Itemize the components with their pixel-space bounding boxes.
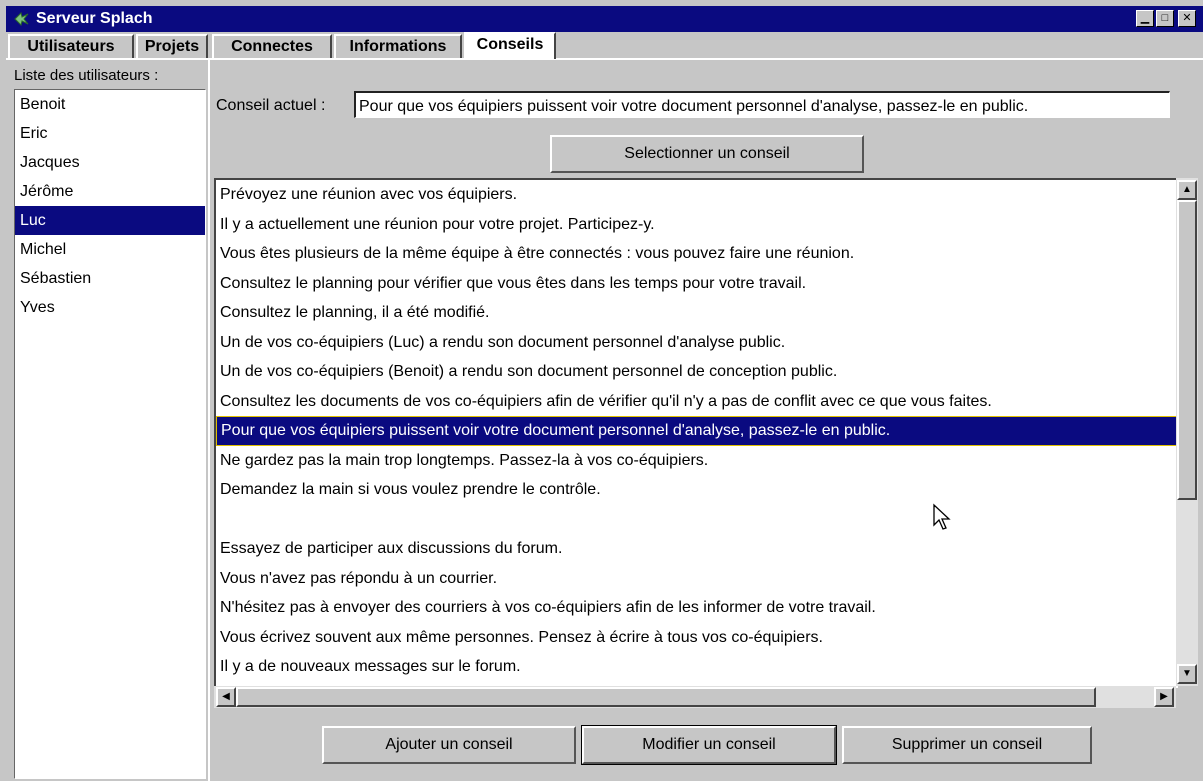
add-advice-button[interactable]: Ajouter un conseil <box>322 726 576 764</box>
tab-informations[interactable]: Informations <box>334 34 462 58</box>
minimize-button[interactable]: ▁ <box>1136 10 1154 27</box>
advice-item[interactable]: Consultez le planning pour vérifier que … <box>216 269 1178 299</box>
close-icon: ✕ <box>1182 12 1192 24</box>
advice-item[interactable]: Consultez le planning, il a été modifié. <box>216 298 1178 328</box>
advice-item[interactable]: Vous écrivez souvent aux même personnes.… <box>216 623 1178 653</box>
advice-vertical-scrollbar[interactable]: ▲ ▼ <box>1176 178 1198 686</box>
current-advice-field[interactable]: Pour que vos équipiers puissent voir vot… <box>354 91 1170 118</box>
tab-utilisateurs[interactable]: Utilisateurs <box>8 34 134 58</box>
advice-item[interactable]: Prévoyez une réunion avec vos équipiers. <box>216 180 1178 210</box>
panel-splitter[interactable] <box>208 58 210 781</box>
minimize-icon: ▁ <box>1140 12 1150 24</box>
users-list-label: Liste des utilisateurs : <box>14 67 159 84</box>
advice-item[interactable]: Il y a de nouveaux messages sur le forum… <box>216 652 1178 682</box>
tab-connectes[interactable]: Connectes <box>212 34 332 58</box>
advice-horizontal-scrollbar[interactable]: ◀ ▶ <box>214 686 1176 708</box>
advice-item[interactable]: Vous n'avez pas répondu à un courrier. <box>216 564 1178 594</box>
advice-item[interactable]: Demandez la main si vous voulez prendre … <box>216 475 1178 505</box>
scroll-down-arrow-icon[interactable]: ▼ <box>1177 664 1197 684</box>
maximize-icon: □ <box>1161 12 1169 24</box>
horizontal-scroll-thumb[interactable] <box>236 687 1096 707</box>
app-window: Serveur Splach ▁ □ ✕ Utilisateurs Projet… <box>0 0 1203 781</box>
user-item-benoit[interactable]: Benoit <box>15 90 205 119</box>
close-button[interactable]: ✕ <box>1178 10 1196 27</box>
current-advice-label: Conseil actuel : <box>216 97 326 114</box>
scroll-right-arrow-icon[interactable]: ▶ <box>1154 687 1174 707</box>
advice-item-empty[interactable] <box>216 505 1178 535</box>
vertical-scroll-thumb[interactable] <box>1177 200 1197 500</box>
users-list[interactable]: Benoit Eric Jacques Jérôme Luc Michel Sé… <box>14 89 206 779</box>
mouse-pointer-icon <box>933 503 951 530</box>
advice-item[interactable]: N'hésitez pas à envoyer des courriers à … <box>216 593 1178 623</box>
window-title: Serveur Splach <box>36 10 153 27</box>
advice-item[interactable]: Un de vos co-équipiers (Benoit) a rendu … <box>216 357 1178 387</box>
select-advice-button[interactable]: Selectionner un conseil <box>550 135 864 173</box>
user-item-jacques[interactable]: Jacques <box>15 148 205 177</box>
scroll-up-arrow-icon[interactable]: ▲ <box>1177 180 1197 200</box>
user-item-luc[interactable]: Luc <box>15 206 205 235</box>
user-item-jerome[interactable]: Jérôme <box>15 177 205 206</box>
tab-conseils[interactable]: Conseils <box>464 32 556 59</box>
user-item-yves[interactable]: Yves <box>15 293 205 322</box>
advice-item[interactable]: Il y a actuellement une réunion pour vot… <box>216 210 1178 240</box>
advice-item[interactable]: Consultez les documents de vos co-équipi… <box>216 387 1178 417</box>
user-item-michel[interactable]: Michel <box>15 235 205 264</box>
scroll-left-arrow-icon[interactable]: ◀ <box>216 687 236 707</box>
modify-advice-button[interactable]: Modifier un conseil <box>581 725 837 765</box>
tab-projets[interactable]: Projets <box>136 34 208 58</box>
user-item-eric[interactable]: Eric <box>15 119 205 148</box>
advice-item[interactable]: Essayez de participer aux discussions du… <box>216 534 1178 564</box>
maximize-button[interactable]: □ <box>1156 10 1174 27</box>
user-item-sebastien[interactable]: Sébastien <box>15 264 205 293</box>
advice-item[interactable]: Vous êtes plusieurs de la même équipe à … <box>216 239 1178 269</box>
advice-item[interactable]: Ne gardez pas la main trop longtemps. Pa… <box>216 446 1178 476</box>
advice-item[interactable]: Un de vos co-équipiers (Luc) a rendu son… <box>216 328 1178 358</box>
app-leaf-icon <box>14 12 29 26</box>
title-bar[interactable]: Serveur Splach ▁ □ ✕ <box>6 6 1203 32</box>
delete-advice-button[interactable]: Supprimer un conseil <box>842 726 1092 764</box>
advice-item-selected[interactable]: Pour que vos équipiers puissent voir vot… <box>216 416 1178 446</box>
tab-strip: Utilisateurs Projets Connectes Informati… <box>6 32 1203 59</box>
advice-list[interactable]: Prévoyez une réunion avec vos équipiers.… <box>214 178 1178 688</box>
